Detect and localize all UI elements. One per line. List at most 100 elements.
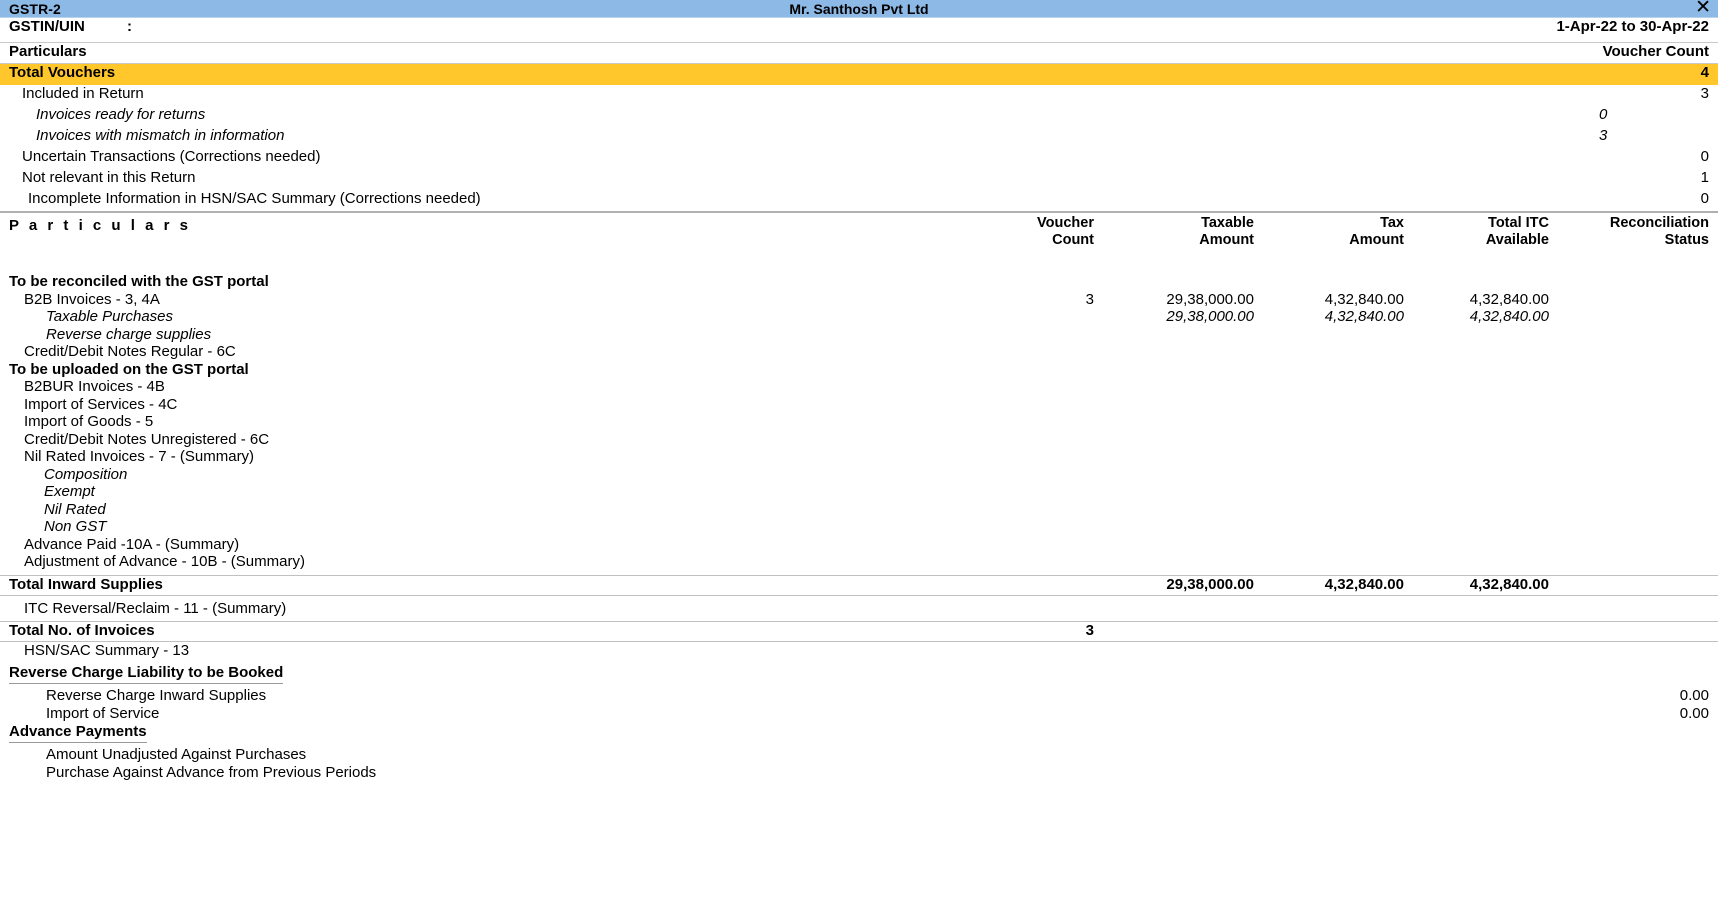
label: Import of Service bbox=[46, 704, 160, 722]
voucher-count: 3 bbox=[1085, 290, 1094, 308]
window-titlebar: GSTR-2 Mr. Santhosh Pvt Ltd ✕ bbox=[0, 0, 1718, 18]
label: HSN/SAC Summary - 13 bbox=[24, 641, 190, 659]
label: Adjustment of Advance - 10B - (Summary) bbox=[24, 553, 305, 570]
table-row-credit-debit-notes-regular[interactable]: Credit/Debit Notes Regular - 6C bbox=[0, 343, 1718, 361]
line1: Taxable bbox=[1201, 215, 1254, 231]
table-row-non-gst[interactable]: Non GST bbox=[0, 518, 1718, 536]
table-row-import-of-service[interactable]: Import of Service 0.00 bbox=[0, 705, 1718, 723]
gstin-value: : bbox=[127, 18, 132, 35]
summary-header-particulars: Particulars bbox=[9, 43, 87, 60]
label: To be uploaded on the GST portal bbox=[9, 360, 249, 378]
line2: Available bbox=[1485, 232, 1549, 248]
gstin-label: GSTIN/UIN bbox=[9, 18, 85, 35]
label: Advance Paid -10A - (Summary) bbox=[24, 535, 240, 553]
table-row-b2b-invoices[interactable]: B2B Invoices - 3, 4A 3 29,38,000.00 4,32… bbox=[0, 291, 1718, 309]
label: Import of Services - 4C bbox=[24, 395, 178, 413]
summary-row-included-in-return[interactable]: Included in Return 3 bbox=[0, 85, 1718, 106]
table-row-hsn-sac-summary[interactable]: HSN/SAC Summary - 13 bbox=[0, 642, 1718, 664]
table-row-credit-debit-notes-unregistered[interactable]: Credit/Debit Notes Unregistered - 6C bbox=[0, 431, 1718, 449]
summary-row-invoices-mismatch[interactable]: Invoices with mismatch in information 3 bbox=[0, 127, 1718, 148]
col-header-particulars: P a r t i c u l a r s bbox=[9, 217, 191, 234]
total-vouchers-value: 4 bbox=[1700, 64, 1709, 81]
table-row-reverse-charge-inward-supplies[interactable]: Reverse Charge Inward Supplies 0.00 bbox=[0, 687, 1718, 705]
total-inward-supplies-row[interactable]: Total Inward Supplies 29,38,000.00 4,32,… bbox=[0, 574, 1718, 596]
col-header-total-itc: Total ITC Available bbox=[1404, 215, 1549, 249]
taxable-amount: 29,38,000.00 bbox=[1166, 575, 1254, 593]
advance-payments-heading: Advance Payments bbox=[9, 723, 147, 743]
total-itc: 4,32,840.00 bbox=[1469, 290, 1549, 308]
line1: Total ITC bbox=[1488, 215, 1549, 231]
reverse-charge-heading: Reverse Charge Liability to be Booked bbox=[9, 664, 284, 684]
table-row-adjustment-of-advance[interactable]: Adjustment of Advance - 10B - (Summary) bbox=[0, 553, 1718, 571]
table-row-amount-unadjusted[interactable]: Amount Unadjusted Against Purchases bbox=[0, 746, 1718, 764]
mid-value: 3 bbox=[1599, 127, 1608, 144]
label: Invoices with mismatch in information bbox=[36, 127, 285, 144]
label: To be reconciled with the GST portal bbox=[9, 273, 269, 290]
tax-amount: 4,32,840.00 bbox=[1324, 308, 1404, 325]
tax-amount: 4,32,840.00 bbox=[1324, 290, 1404, 308]
summary-row-invoices-ready[interactable]: Invoices ready for returns 0 bbox=[0, 106, 1718, 127]
summary-row-incomplete-hsn[interactable]: Incomplete Information in HSN/SAC Summar… bbox=[0, 190, 1718, 211]
table-row-purchase-against-advance[interactable]: Purchase Against Advance from Previous P… bbox=[0, 764, 1718, 782]
table-row-nil-rated-invoices[interactable]: Nil Rated Invoices - 7 - (Summary) bbox=[0, 448, 1718, 466]
reverse-charge-heading-row: Reverse Charge Liability to be Booked bbox=[0, 664, 1718, 687]
label: Nil Rated Invoices - 7 - (Summary) bbox=[24, 448, 255, 465]
summary-row-not-relevant[interactable]: Not relevant in this Return 1 bbox=[0, 169, 1718, 190]
summary-row-uncertain-transactions[interactable]: Uncertain Transactions (Corrections need… bbox=[0, 148, 1718, 169]
table-row-exempt[interactable]: Exempt bbox=[0, 483, 1718, 501]
table-row-import-of-services[interactable]: Import of Services - 4C bbox=[0, 396, 1718, 414]
total-itc: 4,32,840.00 bbox=[1469, 308, 1549, 325]
table-row-nil-rated[interactable]: Nil Rated bbox=[0, 501, 1718, 519]
label: B2BUR Invoices - 4B bbox=[24, 378, 165, 395]
label: Invoices ready for returns bbox=[36, 106, 206, 123]
line1: Reconciliation bbox=[1609, 215, 1709, 231]
label: Credit/Debit Notes Regular - 6C bbox=[24, 343, 236, 360]
table-row-import-of-goods[interactable]: Import of Goods - 5 bbox=[0, 413, 1718, 431]
total-vouchers-row[interactable]: Total Vouchers 4 bbox=[0, 64, 1718, 85]
value: 0 bbox=[1700, 190, 1709, 207]
mid-value: 0 bbox=[1599, 106, 1608, 123]
table-row-to-be-reconciled[interactable]: To be reconciled with the GST portal bbox=[0, 273, 1718, 291]
label: Uncertain Transactions (Corrections need… bbox=[22, 148, 321, 165]
table-column-header: P a r t i c u l a r s Voucher Count Taxa… bbox=[0, 211, 1718, 253]
total-invoices-row[interactable]: Total No. of Invoices 3 bbox=[0, 620, 1718, 642]
label: Purchase Against Advance from Previous P… bbox=[46, 763, 377, 781]
value: 3 bbox=[1700, 85, 1709, 102]
label: Not relevant in this Return bbox=[22, 169, 196, 186]
label: Amount Unadjusted Against Purchases bbox=[46, 745, 307, 763]
line1: Voucher bbox=[1037, 215, 1094, 231]
voucher-count: 3 bbox=[1085, 621, 1094, 639]
table-body: To be reconciled with the GST portal B2B… bbox=[0, 273, 1718, 571]
label: Import of Goods - 5 bbox=[24, 413, 154, 430]
table-row-taxable-purchases[interactable]: Taxable Purchases 29,38,000.00 4,32,840.… bbox=[0, 308, 1718, 326]
label: Nil Rated bbox=[44, 500, 106, 518]
summary-header-voucher-count: Voucher Count bbox=[1602, 43, 1709, 60]
label: Reverse Charge Inward Supplies bbox=[46, 686, 267, 704]
col-header-reconciliation-status: Reconciliation Status bbox=[1549, 215, 1709, 249]
line1: Tax bbox=[1380, 215, 1404, 231]
taxable-amount: 29,38,000.00 bbox=[1166, 308, 1254, 325]
table-row-to-be-uploaded[interactable]: To be uploaded on the GST portal bbox=[0, 361, 1718, 379]
table-row-composition[interactable]: Composition bbox=[0, 466, 1718, 484]
report-period: 1-Apr-22 to 30-Apr-22 bbox=[1556, 18, 1709, 35]
gstin-row: GSTIN/UIN : 1-Apr-22 to 30-Apr-22 bbox=[0, 18, 1718, 42]
table-row-itc-reversal[interactable]: ITC Reversal/Reclaim - 11 - (Summary) bbox=[0, 600, 1718, 621]
table-row-b2bur-invoices[interactable]: B2BUR Invoices - 4B bbox=[0, 378, 1718, 396]
summary-rows: Included in Return 3 Invoices ready for … bbox=[0, 85, 1718, 211]
close-icon[interactable]: ✕ bbox=[1695, 0, 1711, 17]
table-row-advance-paid[interactable]: Advance Paid -10A - (Summary) bbox=[0, 536, 1718, 554]
label: Composition bbox=[44, 465, 128, 483]
label: Non GST bbox=[44, 518, 107, 535]
value: 1 bbox=[1700, 169, 1709, 186]
table-row-reverse-charge-supplies[interactable]: Reverse charge supplies bbox=[0, 326, 1718, 344]
label: B2B Invoices - 3, 4A bbox=[24, 290, 160, 308]
taxable-amount: 29,38,000.00 bbox=[1166, 290, 1254, 308]
value: 0.00 bbox=[1679, 704, 1709, 722]
label: Total Inward Supplies bbox=[9, 575, 163, 593]
summary-header-row: Particulars Voucher Count bbox=[0, 42, 1718, 64]
label: Taxable Purchases bbox=[46, 308, 174, 325]
tax-amount: 4,32,840.00 bbox=[1324, 575, 1404, 593]
col-header-tax-amount: Tax Amount bbox=[1254, 215, 1404, 249]
label: Reverse charge supplies bbox=[46, 325, 212, 343]
value: 0 bbox=[1700, 148, 1709, 165]
